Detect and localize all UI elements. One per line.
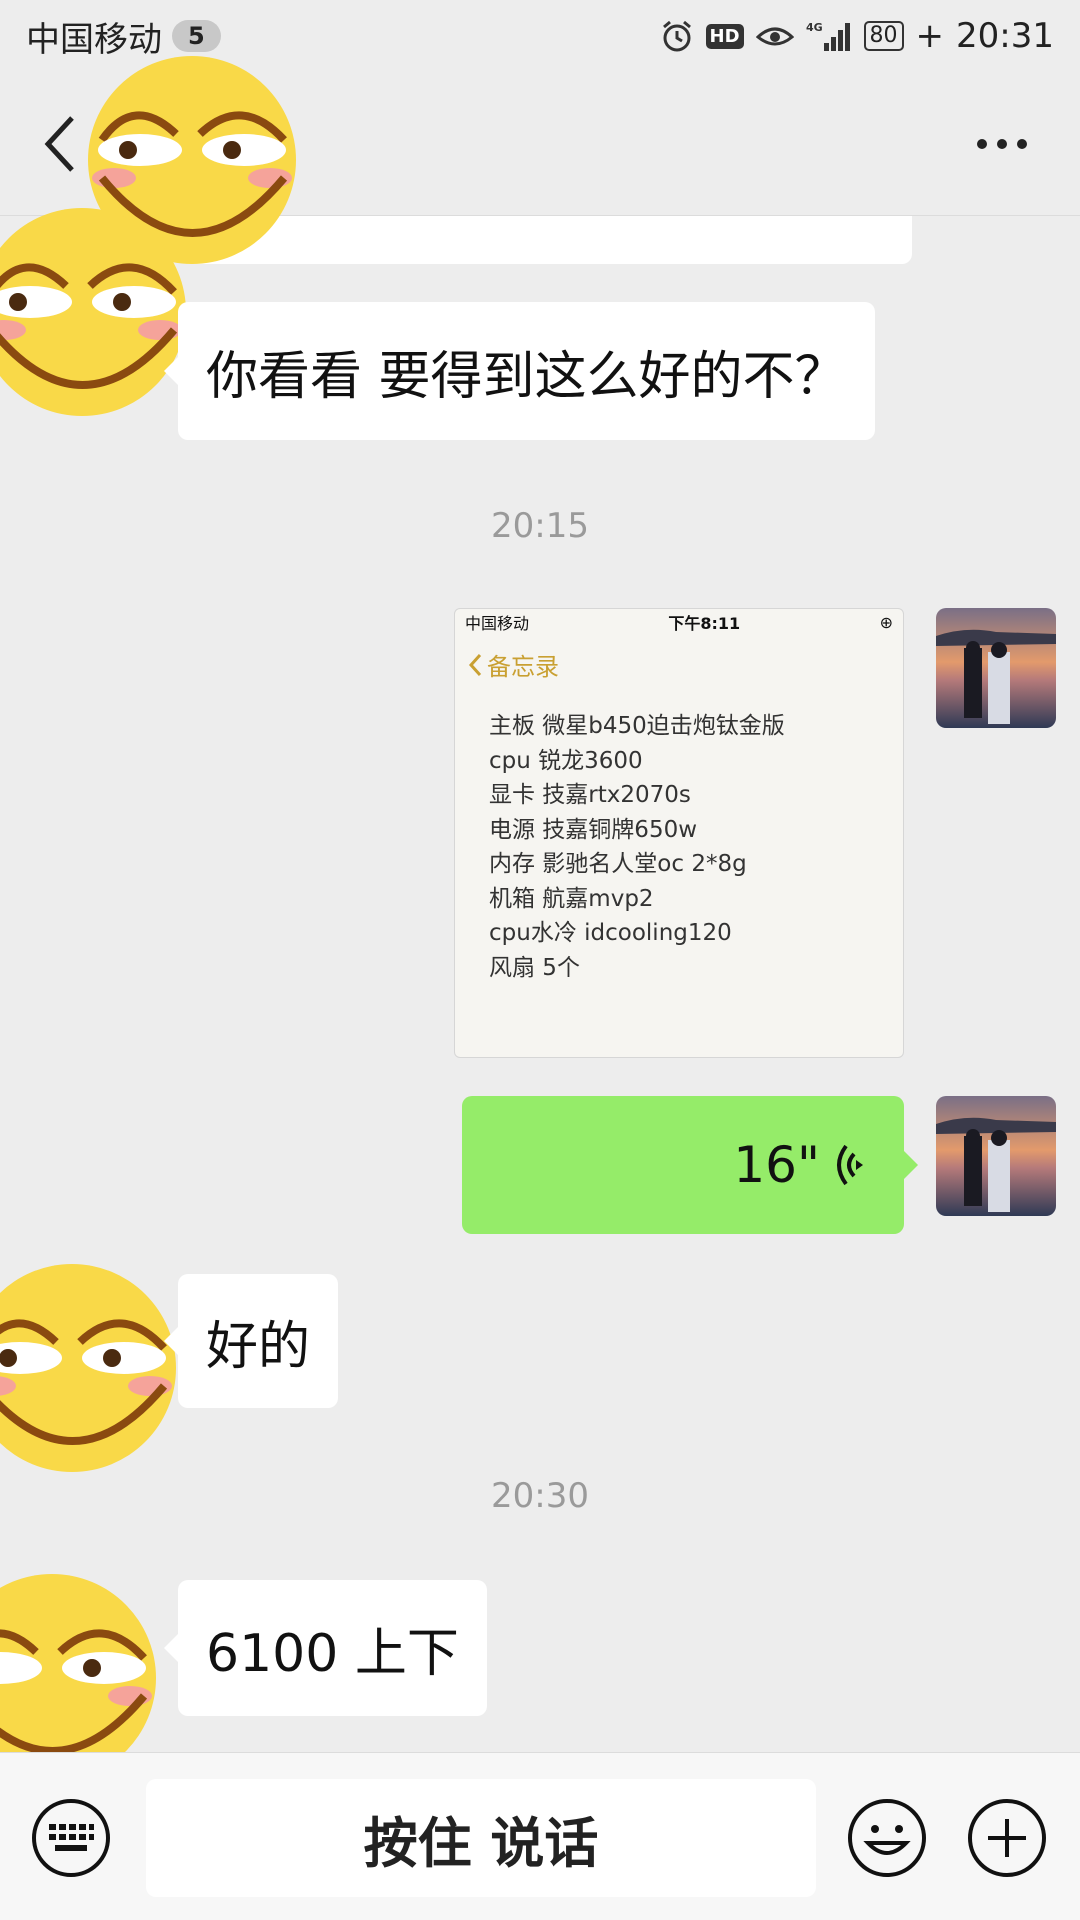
- battery-indicator: 80: [863, 21, 904, 51]
- hd-icon: HD: [705, 18, 744, 54]
- avatar-other[interactable]: [0, 200, 194, 424]
- time-separator: 20:30: [491, 1476, 589, 1516]
- image-status-bar: 中国移动 下午8:11 ⊕: [455, 609, 903, 635]
- image-note-lines: 主板 微星b450迫击炮钛金版 cpu 锐龙3600 显卡 技嘉rtx2070s…: [489, 709, 785, 985]
- image-time: 下午8:11: [668, 614, 741, 633]
- message-bubble-other[interactable]: 你看看 要得到这么好的不？: [164, 302, 875, 440]
- message-bubble-other[interactable]: 6100 上下: [164, 1580, 487, 1716]
- image-message[interactable]: 中国移动 下午8:11 ⊕ 备忘录 主板 微星b450迫击炮钛金版 cpu 锐龙…: [454, 608, 904, 1058]
- input-bar: 按住 说话: [0, 1752, 1080, 1920]
- voice-wave-icon: [837, 1144, 863, 1186]
- image-back: 备忘录: [467, 647, 559, 682]
- note-line: cpu水冷 idcooling120: [489, 920, 732, 946]
- avatar-me[interactable]: [936, 608, 1056, 728]
- avatar-me[interactable]: [936, 1096, 1056, 1216]
- keyboard-icon[interactable]: [30, 1797, 112, 1879]
- emoji-icon[interactable]: [846, 1797, 928, 1879]
- note-line: cpu 锐龙3600: [489, 747, 643, 774]
- plus-icon[interactable]: [966, 1797, 1048, 1879]
- image-carrier: 中国移动: [465, 614, 530, 633]
- status-time: 20:31: [956, 16, 1054, 56]
- avatar-other[interactable]: [0, 1256, 184, 1480]
- voice-duration: 16": [733, 1136, 820, 1194]
- note-line: 风扇 5个: [489, 954, 580, 981]
- message-bubble-other[interactable]: 好的: [163, 1274, 339, 1408]
- status-right: HD 4G 80 + 20:31: [660, 16, 1054, 56]
- note-line: 电源 技嘉铜牌650w: [489, 816, 698, 843]
- note-line: 主板 微星b450迫击炮钛金版: [489, 713, 785, 739]
- eye-icon: [755, 18, 794, 54]
- hold-to-talk-button[interactable]: 按住 说话: [146, 1779, 816, 1897]
- network-label: 4G: [806, 21, 823, 34]
- charging-icon: +: [915, 16, 945, 56]
- chevron-left-icon[interactable]: [40, 112, 80, 176]
- signal-icon: 4G: [806, 18, 852, 54]
- alarm-icon: [660, 18, 694, 54]
- more-dots-icon[interactable]: [974, 134, 1030, 154]
- image-chevron-left-icon: [468, 653, 482, 676]
- time-separator: 20:15: [491, 506, 589, 546]
- image-battery-icon: ⊕: [879, 612, 893, 632]
- note-line: 内存 影驰名人堂oc 2*8g: [489, 851, 747, 877]
- note-line: 显卡 技嘉rtx2070s: [489, 782, 691, 808]
- note-line: 机箱 航嘉mvp2: [489, 885, 654, 912]
- voice-message[interactable]: 16": [462, 1096, 918, 1234]
- image-back-label: 备忘录: [487, 653, 559, 681]
